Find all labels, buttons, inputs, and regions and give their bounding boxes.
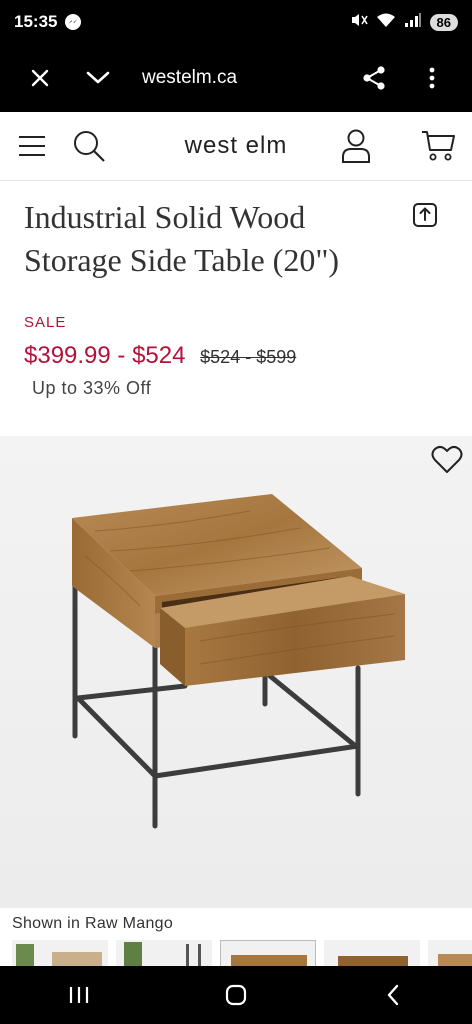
close-icon[interactable] xyxy=(20,58,60,98)
sale-label: SALE xyxy=(24,314,67,331)
thumbnail-item-selected[interactable] xyxy=(220,940,316,966)
discount-text: Up to 33% Off xyxy=(32,378,152,398)
price-row: $399.99 - $524 $524 - $599 xyxy=(24,342,296,370)
recent-apps-icon[interactable] xyxy=(54,975,104,1015)
product-title: Industrial Solid Wood Storage Side Table… xyxy=(24,199,340,278)
url-field[interactable]: westelm.ca xyxy=(142,67,237,89)
thumbnail-item[interactable] xyxy=(12,940,108,966)
site-header: west elm xyxy=(0,112,472,181)
signal-icon xyxy=(404,12,422,33)
browser-toolbar: westelm.ca xyxy=(0,44,472,112)
shown-in-label: Shown in Raw Mango xyxy=(12,915,174,932)
thumbnail-item[interactable] xyxy=(428,940,472,966)
thumbnail-item[interactable] xyxy=(116,940,212,966)
wishlist-heart-icon[interactable] xyxy=(430,444,464,476)
system-nav-bar xyxy=(0,966,472,1024)
status-bar: 15:35 86 xyxy=(0,0,472,44)
cart-icon[interactable] xyxy=(418,126,458,166)
share-product-icon[interactable] xyxy=(412,202,438,228)
mute-icon xyxy=(350,12,368,33)
thumbnail-strip xyxy=(0,940,472,966)
search-icon[interactable] xyxy=(70,127,108,165)
thumbnail-item[interactable] xyxy=(324,940,420,966)
chevron-down-icon[interactable] xyxy=(78,58,118,98)
account-icon[interactable] xyxy=(338,126,374,166)
back-icon[interactable] xyxy=(368,975,418,1015)
product-image[interactable] xyxy=(0,436,472,908)
battery-indicator: 86 xyxy=(429,13,458,31)
share-icon[interactable] xyxy=(354,58,394,98)
more-options-icon[interactable] xyxy=(412,58,452,98)
menu-icon[interactable] xyxy=(16,130,48,162)
messenger-icon xyxy=(65,14,82,30)
original-price: $524 - $599 xyxy=(200,347,297,367)
status-time: 15:35 xyxy=(14,12,58,31)
wifi-icon xyxy=(376,12,396,33)
home-icon[interactable] xyxy=(211,975,261,1015)
sale-price: $399.99 - $524 xyxy=(24,342,186,369)
